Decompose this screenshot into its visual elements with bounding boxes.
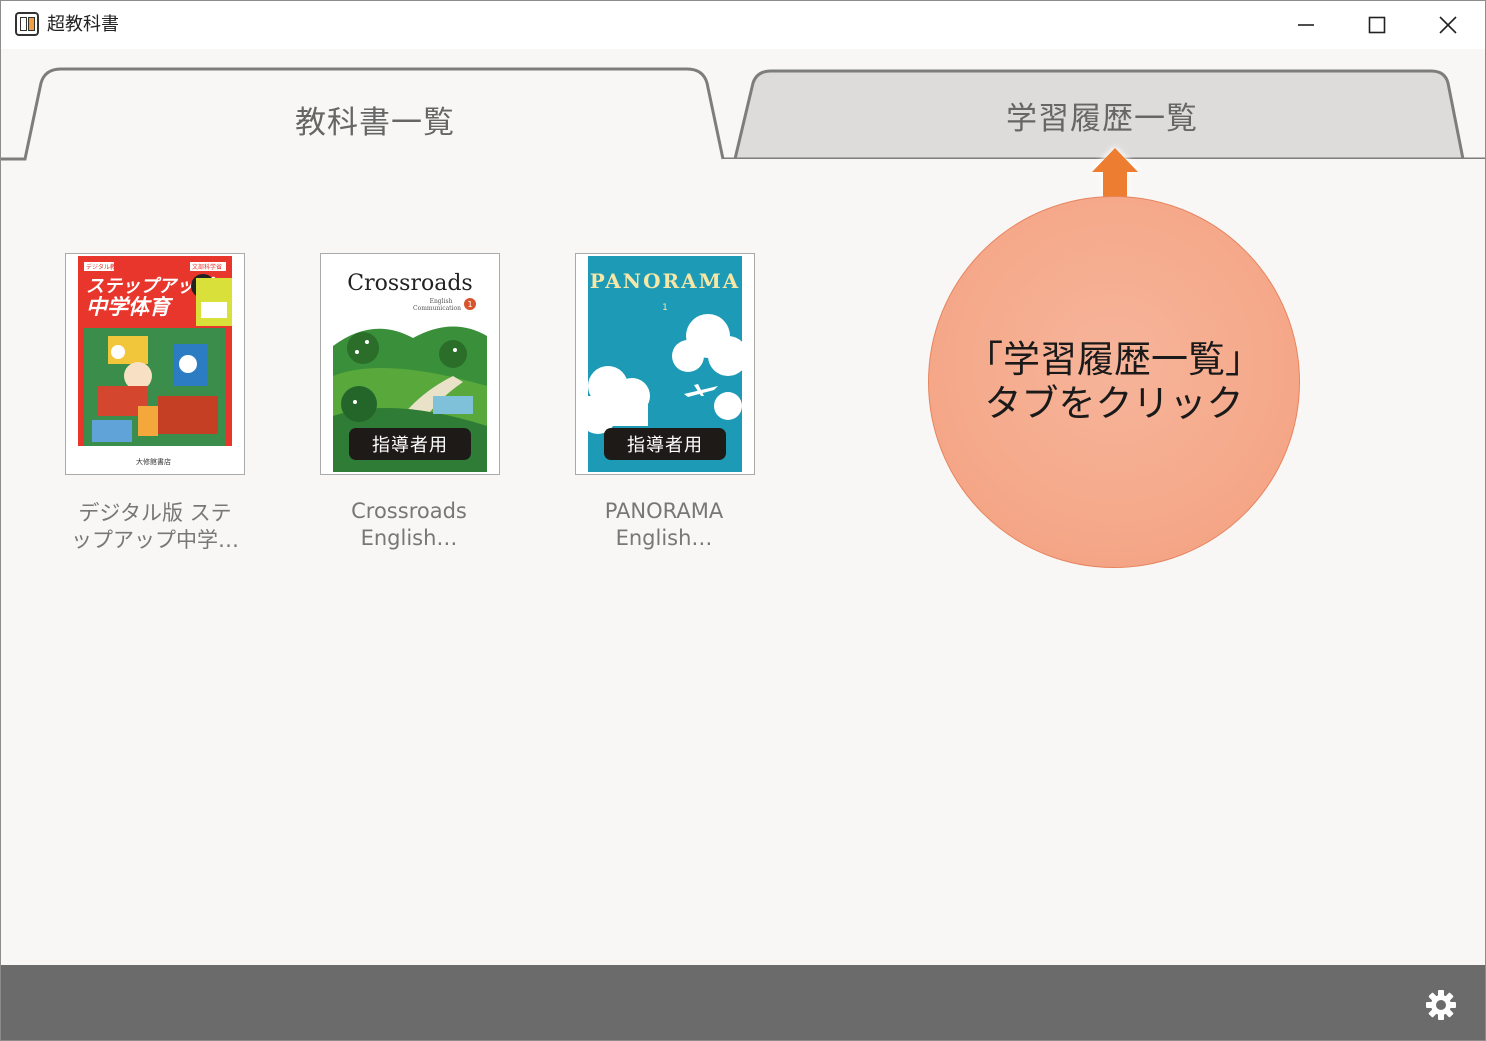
- cover-top-right: 文部科学省: [192, 263, 222, 271]
- maximize-button[interactable]: [1342, 1, 1412, 49]
- cover-title: PANORAMA: [590, 269, 741, 293]
- app-window: 超教科書 教科書一覧 学習履歴一覧 デジタル教科書 文部科学省 ステップアップ …: [0, 0, 1486, 1041]
- minimize-button[interactable]: [1271, 1, 1341, 49]
- title-bar: 超教科書: [1, 1, 1485, 49]
- book-card-step-up[interactable]: デジタル教科書 文部科学省 ステップアップ 中学体育 大修館書店: [65, 253, 245, 475]
- instructor-badge: 指導者用: [604, 428, 726, 460]
- instructor-badge: 指導者用: [349, 428, 471, 460]
- minimize-icon: [1298, 24, 1314, 26]
- tab-bar: 教科書一覧 学習履歴一覧: [1, 49, 1485, 169]
- cover-title: Crossroads: [347, 271, 472, 296]
- maximize-icon: [1368, 16, 1386, 34]
- cover-top-left: デジタル教科書: [86, 263, 128, 271]
- gear-icon[interactable]: [1425, 989, 1457, 1021]
- tab-learning-history-label: 学習履歴一覧: [1006, 101, 1198, 137]
- window-title: 超教科書: [47, 14, 119, 35]
- app-logo-icon: [15, 12, 39, 36]
- close-button[interactable]: [1413, 1, 1483, 49]
- book-card-crossroads[interactable]: Crossroads English Communication 1 指導者用: [320, 253, 500, 475]
- book-title-step-up: デジタル版 ステ ップアップ中学…: [71, 501, 239, 552]
- book-cover: Crossroads English Communication 1 指導者用: [333, 256, 487, 472]
- cover-publisher: 大修館書店: [136, 457, 171, 466]
- book-cover: デジタル教科書 文部科学省 ステップアップ 中学体育 大修館書店: [78, 256, 232, 472]
- book-cover: PANORAMA 1 指導者用: [588, 256, 742, 472]
- svg-text:1: 1: [662, 303, 668, 313]
- bottom-bar: [1, 965, 1485, 1040]
- book-title-crossroads: Crossroads English…: [351, 499, 467, 550]
- svg-text:English: English: [430, 298, 453, 305]
- svg-text:Communication: Communication: [413, 305, 461, 312]
- cover-title-2: 中学体育: [86, 295, 174, 319]
- instruction-callout: 「学習履歴一覧」 タブをクリック: [928, 196, 1300, 568]
- book-card-panorama[interactable]: PANORAMA 1 指導者用: [575, 253, 755, 475]
- tab-textbook-list-label: 教科書一覧: [295, 105, 455, 141]
- book-title-panorama: PANORAMA English…: [604, 499, 724, 550]
- close-icon: [1439, 16, 1457, 34]
- svg-text:1: 1: [467, 300, 472, 309]
